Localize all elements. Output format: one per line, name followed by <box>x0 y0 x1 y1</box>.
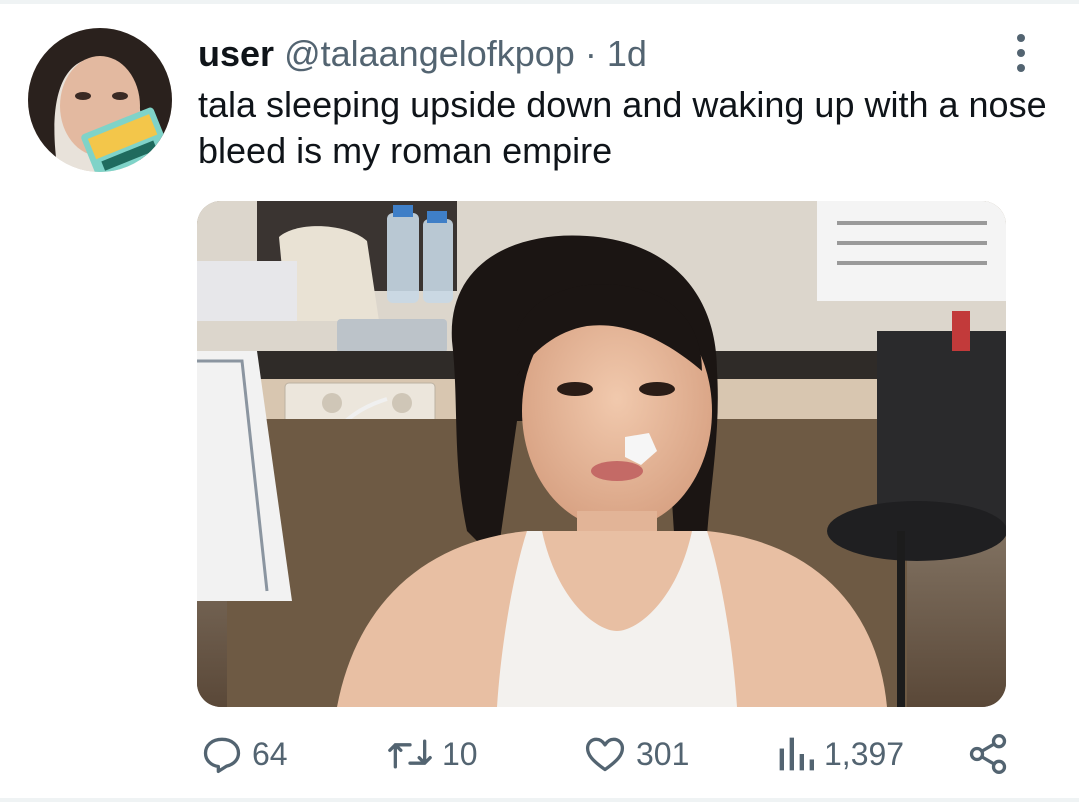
share-icon <box>969 734 1007 774</box>
retweet-count: 10 <box>442 735 478 772</box>
reply-count: 64 <box>252 735 288 772</box>
reply-button[interactable]: 64 <box>200 728 288 780</box>
tweet-photo[interactable] <box>197 201 1006 707</box>
view-count: 1,397 <box>824 735 905 772</box>
tweet-text: tala sleeping upside down and waking up … <box>198 84 1047 171</box>
tweet-actions: 64 10 301 1,397 <box>0 728 1079 780</box>
more-vertical-icon[interactable] <box>1008 34 1034 72</box>
views-button[interactable]: 1,397 <box>776 728 904 780</box>
views-icon <box>779 737 814 771</box>
bottom-divider <box>0 798 1079 802</box>
more-dot <box>1017 34 1025 42</box>
top-divider <box>0 0 1079 4</box>
retweet-icon <box>388 739 432 769</box>
timestamp[interactable]: 1d <box>607 33 647 74</box>
more-dot <box>1017 49 1025 57</box>
avatar[interactable] <box>28 28 172 172</box>
heart-icon <box>585 737 625 772</box>
display-name[interactable]: user <box>198 33 274 74</box>
user-handle[interactable]: @talaangelofkpop <box>284 33 575 74</box>
more-dot <box>1017 64 1025 72</box>
reply-icon <box>203 737 241 774</box>
like-count: 301 <box>636 735 690 772</box>
retweet-button[interactable]: 10 <box>386 728 478 780</box>
photo-image <box>197 201 1006 707</box>
like-button[interactable]: 301 <box>582 728 689 780</box>
separator-dot: · <box>584 33 597 74</box>
avatar-image <box>28 28 172 172</box>
tweet-header: user @talaangelofkpop · 1d <box>198 34 647 74</box>
share-button[interactable] <box>966 728 1018 780</box>
